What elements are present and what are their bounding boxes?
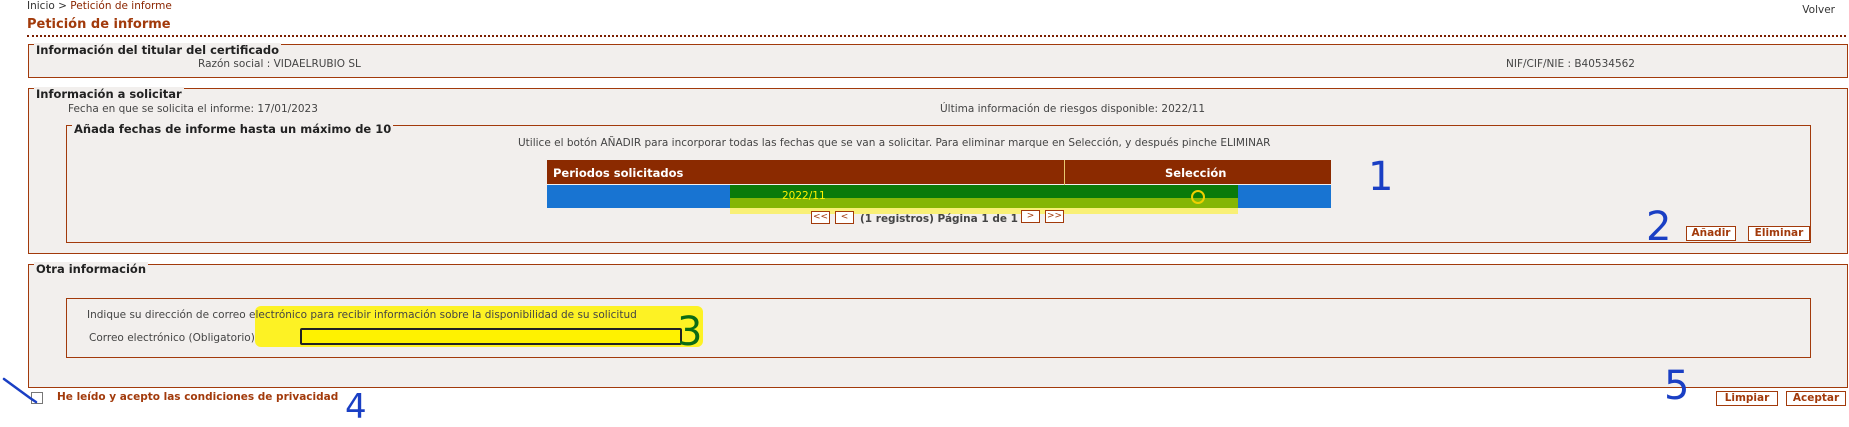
- nif-value: B40534562: [1574, 58, 1635, 70]
- add-button[interactable]: Añadir: [1686, 226, 1736, 241]
- breadcrumb: Inicio > Petición de informe: [27, 0, 172, 12]
- email-field[interactable]: [300, 328, 682, 345]
- last-info-label: Última información de riesgos disponible…: [940, 103, 1159, 115]
- breadcrumb-separator: >: [54, 0, 71, 12]
- last-info-row: Última información de riesgos disponible…: [940, 103, 1205, 115]
- breadcrumb-current: Petición de informe: [70, 0, 172, 12]
- holder-legend: Información del titular del certificado: [34, 43, 282, 57]
- checkbox-arrow-mark: [2, 377, 38, 404]
- pagination-info: (1 registros) Página 1 de 1: [860, 213, 1018, 225]
- last-info-value: 2022/11: [1161, 103, 1206, 115]
- delete-button[interactable]: Eliminar: [1748, 226, 1810, 241]
- annotation-5: 5: [1664, 363, 1690, 409]
- breadcrumb-home[interactable]: Inicio: [27, 0, 55, 12]
- privacy-label[interactable]: He leído y acepto las condiciones de pri…: [57, 391, 338, 403]
- request-date-label: Fecha en que se solicita el informe:: [68, 103, 255, 115]
- title-divider: [27, 35, 1846, 37]
- request-date-value: 17/01/2023: [257, 103, 318, 115]
- email-label-row: Correo electrónico (Obligatorio): [89, 332, 255, 344]
- clear-button[interactable]: Limpiar: [1716, 391, 1778, 406]
- col-selection-header: Selección: [1165, 166, 1227, 180]
- razon-social-label: Razón social :: [198, 58, 271, 70]
- accept-button[interactable]: Aceptar: [1786, 391, 1846, 406]
- email-hint: Indique su dirección de correo electróni…: [87, 309, 637, 321]
- last-page-button[interactable]: >>: [1045, 210, 1064, 223]
- nif-row: NIF/CIF/NIE : B40534562: [1506, 58, 1635, 70]
- razon-social-row: Razón social : VIDAELRUBIO SL: [198, 58, 361, 70]
- dates-instructions: Utilice el botón AÑADIR para incorporar …: [518, 137, 1271, 149]
- next-page-button[interactable]: >: [1021, 210, 1040, 223]
- nif-label: NIF/CIF/NIE :: [1506, 58, 1571, 70]
- annotation-1: 1: [1368, 154, 1394, 200]
- col-periods-header: Periodos solicitados: [553, 166, 684, 180]
- dates-legend: Añada fechas de informe hasta un máximo …: [72, 122, 394, 136]
- annotation-3: 3: [677, 309, 703, 355]
- selection-radio[interactable]: [1191, 190, 1205, 204]
- prev-page-button[interactable]: <: [835, 211, 854, 224]
- other-legend: Otra información: [34, 262, 149, 276]
- page-title: Petición de informe: [27, 17, 171, 32]
- razon-social-value: VIDAELRUBIO SL: [273, 58, 361, 70]
- request-date-row: Fecha en que se solicita el informe: 17/…: [68, 103, 318, 115]
- annotation-4: 4: [345, 387, 367, 427]
- first-page-button[interactable]: <<: [811, 211, 830, 224]
- email-label: Correo electrónico: [89, 332, 186, 344]
- table-cell-period: 2022/11: [782, 190, 826, 202]
- annotation-2: 2: [1646, 204, 1672, 250]
- back-link[interactable]: Volver: [1802, 4, 1835, 16]
- email-required: (Obligatorio): [188, 332, 255, 344]
- request-legend: Información a solicitar: [34, 87, 184, 101]
